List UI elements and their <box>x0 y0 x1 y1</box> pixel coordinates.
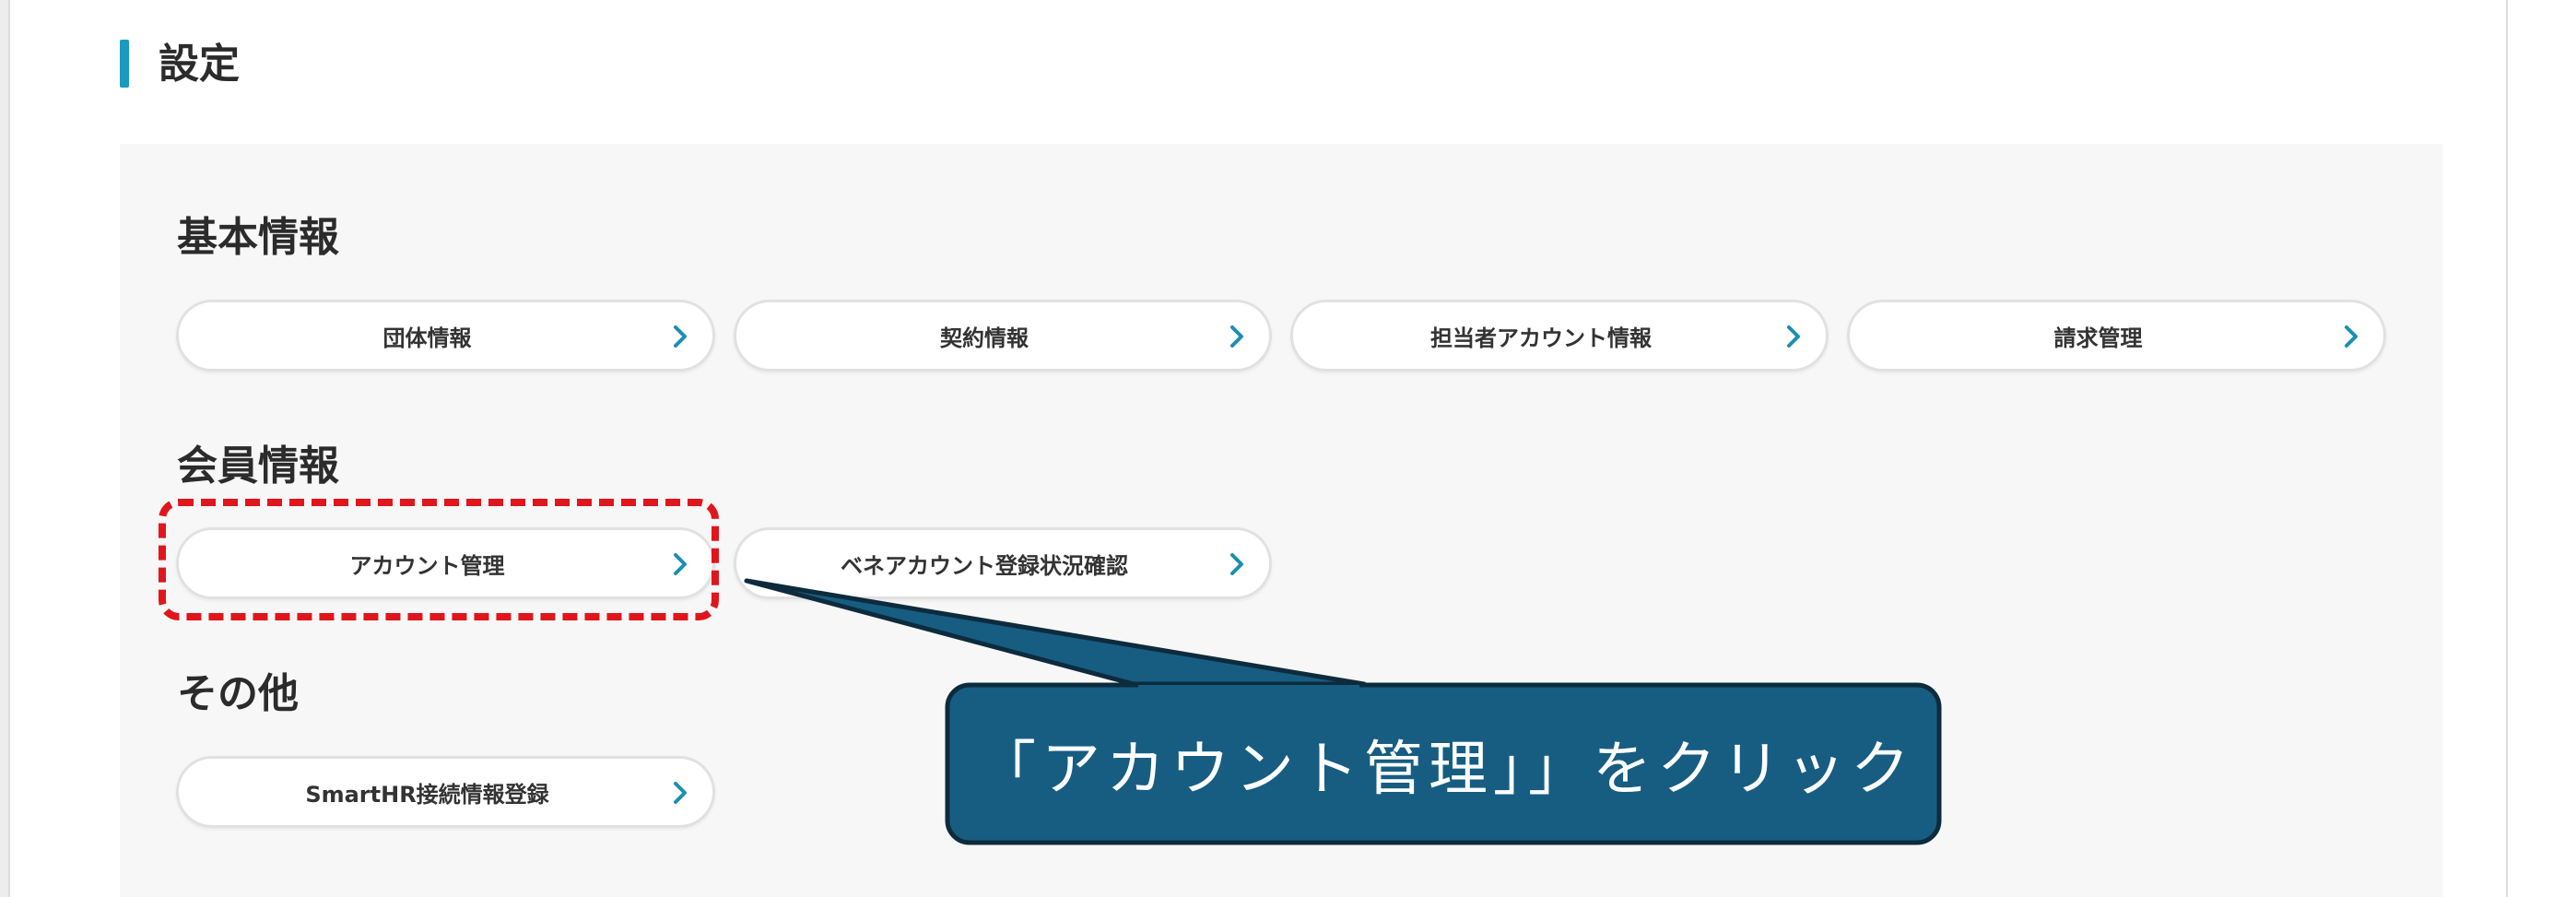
staff-account-info-button[interactable]: 担当者アカウント情報 <box>1290 300 1829 372</box>
smarthr-connection-button[interactable]: SmartHR接続情報登録 <box>176 756 715 828</box>
button-label: 契約情報 <box>940 325 1029 351</box>
section-heading-basic: 基本情報 <box>177 214 339 261</box>
chevron-right-icon <box>1787 325 1800 348</box>
button-label: SmartHR接続情報登録 <box>305 781 549 808</box>
section-heading-other: その他 <box>177 670 299 717</box>
settings-page: 設定 基本情報 団体情報 契約情報 担当者アカウント情報 請求管理 会員情報 ア… <box>0 0 2576 897</box>
org-info-button[interactable]: 団体情報 <box>176 300 715 372</box>
chevron-right-icon <box>1230 553 1243 575</box>
chevron-right-icon <box>2345 325 2358 348</box>
button-label: 請求管理 <box>2053 325 2143 351</box>
right-scrollbar-area <box>2506 0 2576 897</box>
title-accent-bar <box>120 40 129 88</box>
bene-account-status-button[interactable]: ベネアカウント登録状況確認 <box>734 527 1272 599</box>
highlight-dashed-box <box>159 499 719 620</box>
chevron-right-icon <box>674 782 687 804</box>
chevron-right-icon <box>1230 325 1243 348</box>
page-title: 設定 <box>159 41 240 88</box>
contract-info-button[interactable]: 契約情報 <box>734 300 1272 372</box>
left-edge <box>0 0 10 897</box>
billing-management-button[interactable]: 請求管理 <box>1847 300 2386 372</box>
section-heading-members: 会員情報 <box>177 443 339 490</box>
chevron-right-icon <box>674 325 687 348</box>
button-label: ベネアカウント登録状況確認 <box>841 552 1128 579</box>
button-label: 担当者アカウント情報 <box>1430 325 1652 351</box>
callout-text: 「アカウント管理」」をクリック <box>977 736 1915 804</box>
button-label: 団体情報 <box>382 325 472 351</box>
